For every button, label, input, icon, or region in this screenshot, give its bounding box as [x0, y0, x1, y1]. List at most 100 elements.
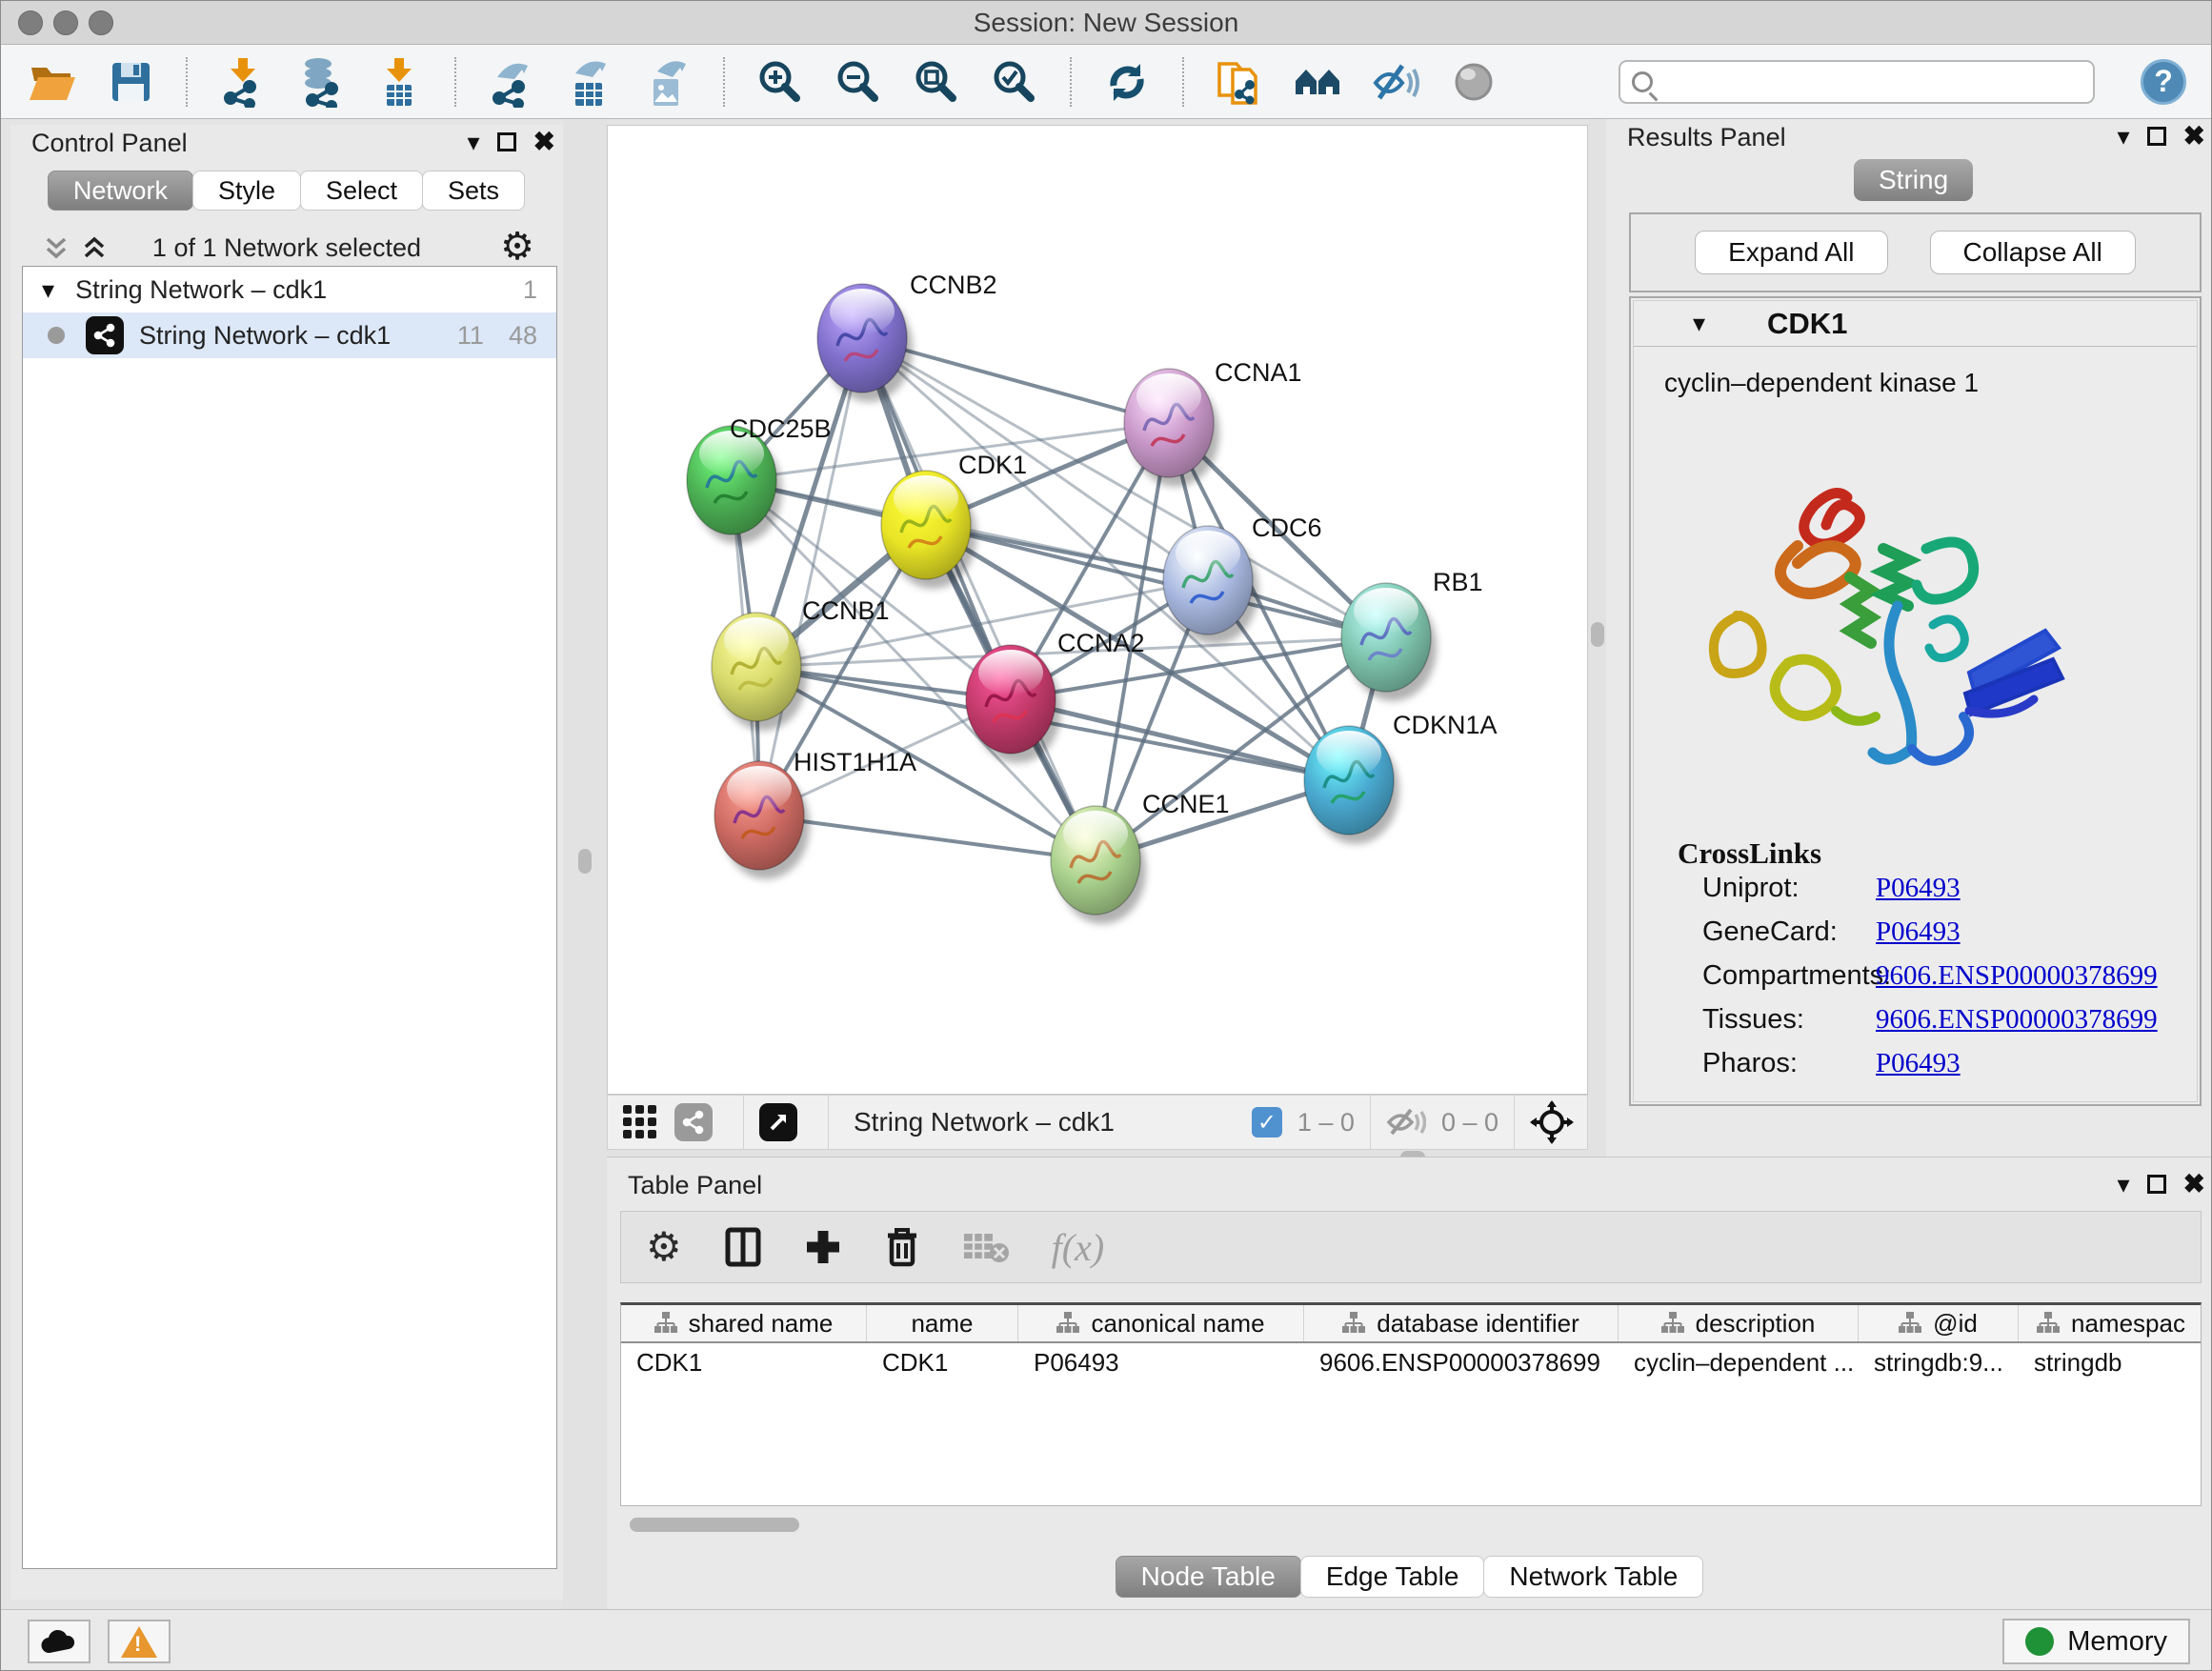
- string-import-icon[interactable]: [1213, 55, 1266, 109]
- tab-network[interactable]: Network: [48, 171, 193, 211]
- table-cell[interactable]: P06493: [1018, 1343, 1304, 1383]
- panel-menu-icon[interactable]: ▾: [2117, 124, 2129, 149]
- panel-close-icon[interactable]: ✖: [533, 129, 555, 155]
- panel-menu-icon[interactable]: ▾: [467, 130, 479, 154]
- network-canvas[interactable]: CCNB2CCNA1CDC25BCDK1CDC6RB1CCNB1CCNA2CDK…: [607, 125, 1588, 1095]
- fit-content-crosshair-icon[interactable]: [1530, 1100, 1574, 1144]
- tab-node-table[interactable]: Node Table: [1116, 1556, 1301, 1598]
- panel-float-icon[interactable]: [2147, 1175, 2166, 1194]
- horizontal-scrollbar-thumb[interactable]: [630, 1518, 799, 1532]
- network-edge[interactable]: [759, 338, 862, 815]
- string-home-icon[interactable]: [1291, 55, 1344, 109]
- enhance-labels-icon[interactable]: [1369, 55, 1422, 109]
- import-database-icon[interactable]: [294, 55, 348, 109]
- birds-eye-view-icon[interactable]: [759, 1103, 797, 1141]
- splitter-handle[interactable]: [1591, 622, 1604, 647]
- tab-select[interactable]: Select: [300, 171, 423, 211]
- table-cell[interactable]: CDK1: [621, 1343, 867, 1383]
- expand-all-button[interactable]: Expand All: [1695, 231, 1887, 274]
- memory-button[interactable]: Memory: [2002, 1619, 2190, 1664]
- network-edge[interactable]: [759, 815, 1096, 860]
- crosslink-link[interactable]: 9606.ENSP00000378699: [1876, 1004, 2158, 1036]
- import-table-icon[interactable]: [372, 55, 426, 109]
- table-settings-gear-icon[interactable]: ⚙: [646, 1227, 682, 1267]
- column-header-canonical-name[interactable]: canonical name: [1018, 1305, 1304, 1341]
- export-network-icon[interactable]: [485, 55, 538, 109]
- panel-menu-icon[interactable]: ▾: [2117, 1172, 2129, 1197]
- warning-status-button[interactable]: [108, 1620, 171, 1663]
- grid-view-icon[interactable]: [621, 1103, 659, 1141]
- network-collection-row[interactable]: ▾ String Network – cdk1 1: [23, 267, 556, 312]
- string-view-icon[interactable]: [674, 1103, 713, 1141]
- tab-network-table[interactable]: Network Table: [1483, 1556, 1703, 1598]
- panel-close-icon[interactable]: ✖: [2183, 123, 2205, 150]
- table-cell[interactable]: cyclin–dependent ...: [1619, 1343, 1859, 1383]
- protein-section-header[interactable]: ▾ CDK1: [1634, 301, 2197, 347]
- table-row[interactable]: CDK1CDK1P064939606.ENSP00000378699cyclin…: [621, 1343, 2201, 1383]
- network-edge[interactable]: [862, 338, 1096, 860]
- panel-float-icon[interactable]: [2147, 127, 2166, 146]
- table-cell[interactable]: stringdb: [2019, 1343, 2202, 1383]
- panel-close-icon[interactable]: ✖: [2183, 1171, 2205, 1198]
- crosslink-link[interactable]: P06493: [1876, 873, 1961, 904]
- zoom-selected-icon[interactable]: [988, 55, 1041, 109]
- crosslink-link[interactable]: P06493: [1876, 1048, 1961, 1079]
- network-node-hist1h1a[interactable]: [714, 761, 810, 879]
- column-header-name[interactable]: name: [867, 1305, 1018, 1341]
- table-cell[interactable]: 9606.ENSP00000378699: [1304, 1343, 1619, 1383]
- network-node-ccnb1[interactable]: [712, 613, 807, 731]
- function-builder-icon[interactable]: f(x): [1052, 1225, 1105, 1270]
- network-node-rb1[interactable]: [1341, 583, 1437, 701]
- network-node-ccne1[interactable]: [1051, 806, 1146, 924]
- crosslink-link[interactable]: P06493: [1876, 916, 1961, 948]
- export-table-icon[interactable]: [563, 55, 616, 109]
- vertical-splitter-left[interactable]: [563, 119, 607, 1611]
- zoom-out-icon[interactable]: [832, 55, 885, 109]
- vertical-splitter-right[interactable]: [1588, 119, 1606, 1157]
- panel-float-icon[interactable]: [497, 132, 516, 151]
- table-cell[interactable]: CDK1: [867, 1343, 1018, 1383]
- network-node-ccna1[interactable]: [1124, 369, 1219, 487]
- column-header-@id[interactable]: @id: [1859, 1305, 2019, 1341]
- hidden-eye-icon[interactable]: [1386, 1105, 1426, 1139]
- import-network-icon[interactable]: [216, 55, 270, 109]
- network-node-cdk1[interactable]: [881, 471, 976, 589]
- section-expander-icon[interactable]: ▾: [1693, 311, 1705, 335]
- search-input[interactable]: [1662, 66, 2081, 97]
- node-table[interactable]: shared namenamecanonical namedatabase id…: [620, 1302, 2202, 1506]
- delete-column-trash-icon[interactable]: [884, 1226, 920, 1268]
- network-node-ccna2[interactable]: [966, 645, 1061, 763]
- open-file-icon[interactable]: [26, 55, 79, 109]
- search-box[interactable]: [1619, 60, 2095, 104]
- zoom-in-icon[interactable]: [754, 55, 807, 109]
- collapse-all-button[interactable]: Collapse All: [1930, 231, 2136, 274]
- save-session-icon[interactable]: [104, 55, 157, 109]
- splitter-handle[interactable]: [578, 849, 592, 874]
- column-header-namespac[interactable]: namespac: [2019, 1305, 2202, 1341]
- network-row[interactable]: String Network – cdk1 11 48: [23, 312, 556, 358]
- cloud-status-button[interactable]: [28, 1620, 90, 1663]
- export-image-icon[interactable]: [641, 55, 694, 109]
- node-label-rb1: RB1: [1433, 568, 1483, 596]
- column-header-description[interactable]: description: [1619, 1305, 1859, 1341]
- tab-string[interactable]: String: [1854, 159, 1973, 201]
- table-cell[interactable]: stringdb:9...: [1859, 1343, 2019, 1383]
- add-column-icon[interactable]: [804, 1228, 842, 1266]
- column-header-database-identifier[interactable]: database identifier: [1304, 1305, 1619, 1341]
- tab-edge-table[interactable]: Edge Table: [1300, 1556, 1485, 1598]
- tab-style[interactable]: Style: [192, 171, 301, 211]
- selected-checkbox-icon[interactable]: ✓: [1252, 1107, 1282, 1137]
- column-header-shared-name[interactable]: shared name: [621, 1305, 867, 1341]
- network-node-cdkn1a[interactable]: [1304, 726, 1399, 844]
- zoom-fit-icon[interactable]: [910, 55, 963, 109]
- help-icon[interactable]: ?: [2141, 59, 2186, 105]
- refresh-icon[interactable]: [1100, 55, 1154, 109]
- glass-ball-effect-icon[interactable]: [1447, 55, 1500, 109]
- tree-expander-icon[interactable]: ▾: [42, 277, 54, 302]
- tab-sets[interactable]: Sets: [422, 171, 525, 211]
- show-columns-icon[interactable]: [724, 1226, 762, 1268]
- delete-table-icon[interactable]: [962, 1230, 1010, 1264]
- network-options-gear-icon[interactable]: ⚙: [500, 228, 534, 266]
- network-node-ccnb2[interactable]: [817, 284, 913, 402]
- crosslink-link[interactable]: 9606.ENSP00000378699: [1876, 960, 2158, 992]
